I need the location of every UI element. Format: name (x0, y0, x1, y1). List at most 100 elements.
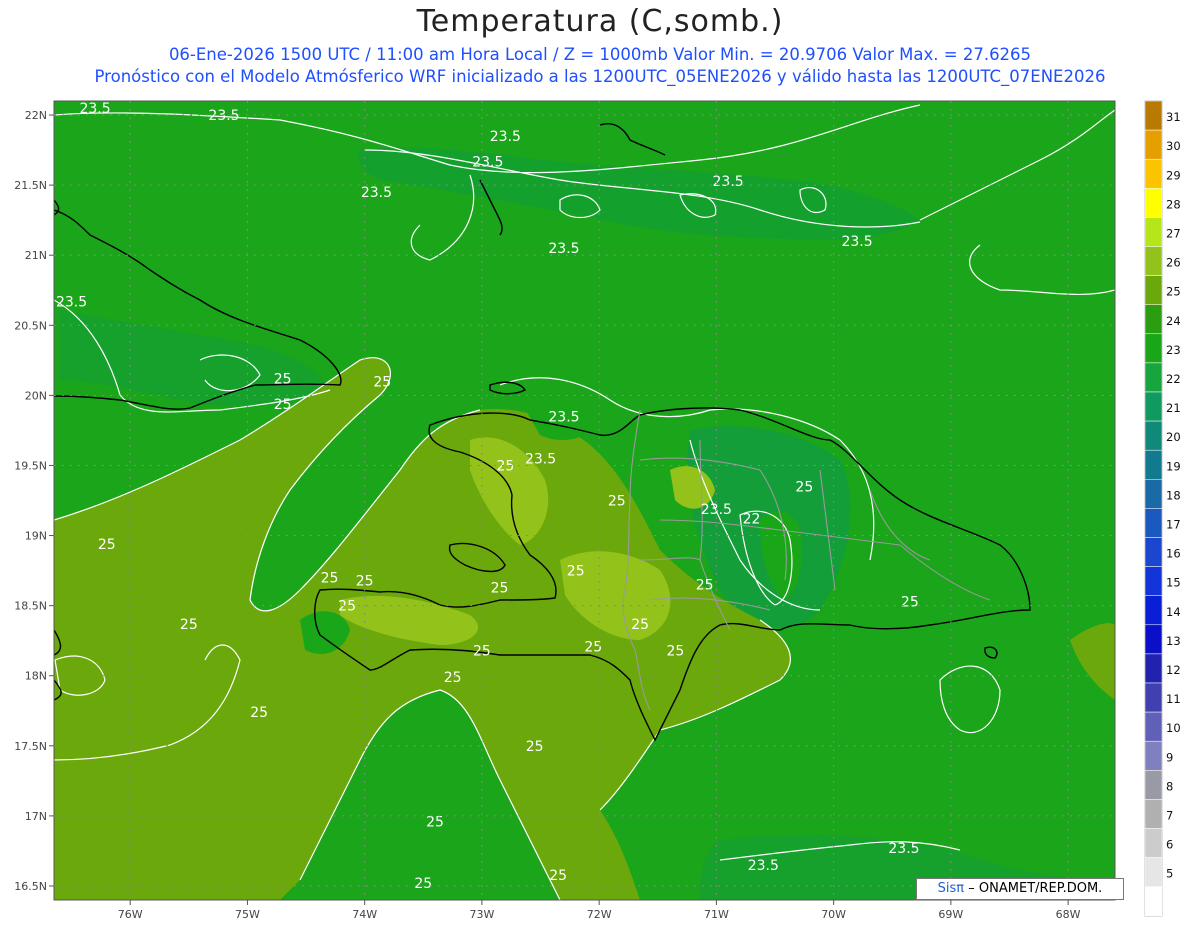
contour-label: 25 (696, 578, 714, 594)
x-tick-label: 68W (1056, 908, 1081, 921)
contour-label: 25 (274, 372, 292, 388)
colorbar-swatch (1144, 129, 1163, 160)
contour-label: 25 (631, 617, 649, 633)
y-tick-label: 17.5N (14, 740, 47, 753)
contour-label: 23.5 (841, 234, 872, 250)
colorbar-swatch (1144, 711, 1163, 742)
colorbar-swatch (1144, 362, 1163, 393)
colorbar-label: 10 (1166, 721, 1181, 735)
contour-label: 25 (373, 374, 391, 390)
credit-text: – ONAMET/REP.DOM. (968, 881, 1103, 896)
colorbar-swatch (1144, 391, 1163, 422)
colorbar-label: 20 (1166, 430, 1181, 444)
contour-label: 23.5 (888, 841, 919, 857)
y-axis: 22N 21.5N 21N 20.5N 20N 19.5N 19N 18.5N 18N 17.5N… (14, 109, 54, 893)
colorbar-swatch (1144, 799, 1163, 829)
colorbar-label: 26 (1166, 256, 1181, 270)
colorbar-swatch (1144, 217, 1163, 247)
contour-label: 25 (426, 815, 444, 831)
colorbar-swatch (1144, 479, 1163, 509)
contour-label: 25 (567, 564, 585, 580)
y-tick-label: 18N (25, 670, 47, 683)
colorbar-label: 9 (1166, 750, 1173, 764)
colorbar-swatch (1144, 449, 1163, 480)
colorbar-swatch (1144, 566, 1163, 596)
contour-label: 25 (491, 580, 509, 596)
colorbar-swatch (1144, 624, 1163, 655)
colorbar-swatch (1144, 595, 1163, 626)
x-tick-label: 69W (938, 908, 963, 921)
contour-label: 25 (666, 643, 684, 659)
colorbar-swatch (1144, 537, 1163, 567)
y-tick-label: 17N (25, 810, 47, 823)
colorbar-label: 29 (1166, 168, 1181, 182)
contour-label: 25 (549, 868, 567, 884)
colorbar-swatch (1144, 886, 1163, 917)
contour-label: 25 (526, 739, 544, 755)
colorbar-label: 7 (1166, 809, 1173, 823)
credit-box: Sisπ – ONAMET/REP.DOM. (916, 878, 1124, 900)
contour-label: 23.5 (548, 409, 579, 425)
colorbar-swatch (1144, 653, 1163, 684)
contour-label: 25 (608, 494, 626, 510)
y-tick-label: 16.5N (14, 880, 47, 893)
contour-label: 25 (98, 537, 116, 553)
y-tick-label: 21.5N (14, 179, 47, 192)
colorbar-label: 22 (1166, 372, 1181, 386)
colorbar-swatch (1144, 508, 1163, 538)
colorbar-label: 24 (1166, 314, 1181, 328)
contour-label: 25 (338, 599, 356, 615)
contour-label: 22 (743, 512, 761, 528)
contour-label: 23.5 (361, 185, 392, 201)
colorbar-label: 28 (1166, 197, 1181, 211)
sis-logo: Sisπ (937, 881, 965, 896)
contour-label: 25 (584, 639, 602, 655)
colorbar-label: 13 (1166, 634, 1181, 648)
colorbar-label: 23 (1166, 343, 1181, 357)
contour-label: 23.5 (472, 154, 503, 170)
colorbar-label: 30 (1166, 139, 1181, 153)
y-tick-label: 20.5N (14, 319, 47, 332)
contour-label: 25 (444, 670, 462, 686)
colorbar-swatch (1144, 740, 1163, 771)
contour-label: 25 (274, 397, 292, 413)
contour-label: 23.5 (713, 174, 744, 190)
contour-label: 23.5 (208, 108, 239, 124)
contour-label: 23.5 (748, 858, 779, 874)
x-tick-label: 75W (235, 908, 260, 921)
x-tick-label: 76W (118, 908, 143, 921)
contour-label: 25 (180, 617, 198, 633)
colorbar-label: 14 (1166, 605, 1181, 619)
colorbar-label: 6 (1166, 838, 1173, 852)
contour-label: 25 (795, 479, 813, 495)
colorbar-swatch (1144, 246, 1163, 276)
x-tick-label: 72W (587, 908, 612, 921)
colorbar-swatch (1144, 828, 1163, 858)
colorbar-label: 15 (1166, 576, 1181, 590)
x-tick-label: 71W (704, 908, 729, 921)
y-tick-label: 18.5N (14, 600, 47, 613)
temperature-field (54, 101, 1115, 900)
contour-label: 23.5 (490, 129, 521, 145)
colorbar-swatch (1144, 158, 1163, 189)
colorbar-label: 12 (1166, 663, 1181, 677)
colorbar-swatch (1144, 420, 1163, 451)
colorbar-label: 27 (1166, 227, 1181, 241)
x-tick-label: 73W (469, 908, 494, 921)
y-tick-label: 19.5N (14, 459, 47, 472)
colorbar-swatch (1144, 770, 1163, 800)
colorbar-swatch (1144, 100, 1163, 131)
colorbar-label: 31 (1166, 110, 1181, 124)
colorbar-label: 11 (1166, 692, 1181, 706)
colorbar-label: 5 (1166, 867, 1173, 881)
colorbar-label: 8 (1166, 779, 1173, 793)
colorbar-swatch (1144, 682, 1163, 713)
x-tick-label: 74W (352, 908, 377, 921)
colorbar-label: 18 (1166, 488, 1181, 502)
y-tick-label: 21N (25, 249, 47, 262)
colorbar: 31 30 29 28 27 26 25 24 23 22 21 20 19 18 17 16 15 14 13 12… (1144, 100, 1181, 917)
colorbar-label: 25 (1166, 285, 1181, 299)
contour-label: 25 (321, 571, 339, 587)
colorbar-label: 19 (1166, 459, 1181, 473)
x-axis: 76W 75W 74W 73W 72W 71W 70W 69W 68W (118, 900, 1081, 921)
